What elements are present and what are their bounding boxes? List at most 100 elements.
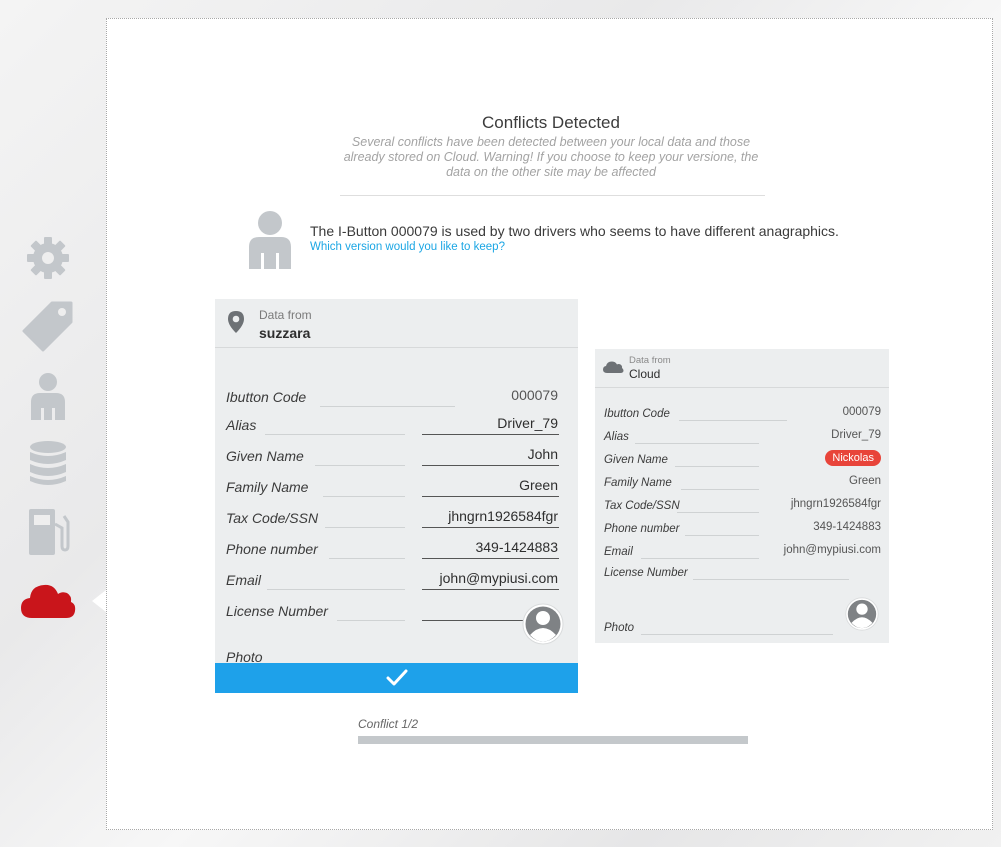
field-label: Ibutton Code <box>604 408 670 420</box>
field-underline <box>265 434 405 435</box>
sidebar-item-fuel[interactable] <box>20 504 76 560</box>
field-value: jhngrn1926584fgr <box>790 498 881 510</box>
field-value[interactable]: jhngrn1926584fgr <box>448 508 558 524</box>
field-label: Alias <box>604 431 629 443</box>
active-item-pointer <box>92 590 106 612</box>
field-value[interactable]: John <box>528 446 558 462</box>
field-label: Ibutton Code <box>226 389 307 405</box>
field-label: Tax Code/SSN <box>226 510 319 526</box>
field-label: Family Name <box>604 477 672 489</box>
field-label: Alias <box>226 417 257 433</box>
field-underline <box>641 558 759 559</box>
photo-avatar[interactable] <box>845 597 879 631</box>
person-icon <box>31 373 65 420</box>
field-underline <box>267 589 405 590</box>
field-underline <box>315 465 405 466</box>
field-underline <box>337 620 405 621</box>
source-label: Data from <box>259 308 312 322</box>
field-value: 349-1424883 <box>813 521 881 533</box>
value-underline <box>422 527 559 528</box>
database-icon <box>30 441 66 485</box>
field-underline <box>675 466 759 467</box>
sidebar-item-database[interactable] <box>20 436 76 492</box>
conflict-message: The I-Button 000079 is used by two drive… <box>310 223 839 239</box>
conflict-panel: Conflicts Detected Several conflicts hav… <box>106 18 993 830</box>
field-value[interactable]: Driver_79 <box>497 415 558 431</box>
local-card-header: Data from suzzara <box>215 299 578 348</box>
field-value: 000079 <box>511 387 558 403</box>
field-label: Phone number <box>226 541 318 557</box>
field-tax-code: Tax Code/SSN jhngrn1926584fgr <box>595 493 889 513</box>
field-value: 000079 <box>842 406 881 418</box>
value-underline <box>422 496 559 497</box>
field-given-name: Given Name Nickolas <box>595 447 889 467</box>
field-ibutton-code: Ibutton Code 000079 <box>215 381 578 407</box>
field-phone-number: Phone number 349-1424883 <box>595 516 889 536</box>
header-divider <box>340 195 765 196</box>
checkmark-icon <box>386 669 407 686</box>
field-alias: Alias Driver_79 <box>215 409 578 435</box>
field-email: Email john@mypiusi.com <box>595 539 889 559</box>
field-underline <box>681 489 759 490</box>
field-label: Email <box>604 546 633 558</box>
field-value[interactable]: 349-1424883 <box>475 539 558 555</box>
sidebar-item-tags[interactable] <box>20 298 76 354</box>
field-label: License Number <box>604 567 688 579</box>
field-underline <box>685 535 759 536</box>
photo-avatar[interactable] <box>522 603 564 645</box>
keep-version-link[interactable]: Which version would you like to keep? <box>310 241 505 253</box>
local-data-card[interactable]: Data from suzzara Ibutton Code 000079 Al… <box>215 299 578 693</box>
field-label: Tax Code/SSN <box>604 500 680 512</box>
field-underline <box>679 420 787 421</box>
field-given-name: Given Name John <box>215 440 578 466</box>
field-value: john@mypiusi.com <box>783 544 881 556</box>
fuel-pump-icon <box>29 509 70 555</box>
value-underline <box>422 558 559 559</box>
field-underline <box>677 512 759 513</box>
field-underline <box>323 496 405 497</box>
field-value[interactable]: Green <box>519 477 558 493</box>
cloud-card-header: Data from Cloud <box>595 349 889 388</box>
field-phone-number: Phone number 349-1424883 <box>215 533 578 559</box>
field-tax-code: Tax Code/SSN jhngrn1926584fgr <box>215 502 578 528</box>
field-family-name: Family Name Green <box>595 470 889 490</box>
conflict-value-badge: Nickolas <box>825 450 881 466</box>
tag-icon <box>22 301 73 352</box>
cloud-icon <box>603 361 624 373</box>
field-label: Phone number <box>604 523 680 535</box>
field-underline <box>329 558 405 559</box>
field-email: Email john@mypiusi.com <box>215 564 578 590</box>
field-label: Email <box>226 572 262 588</box>
field-value[interactable]: john@mypiusi.com <box>440 570 558 586</box>
conflict-progress-bar <box>358 736 748 744</box>
field-label: Photo <box>604 622 635 634</box>
value-underline <box>422 465 559 466</box>
field-ibutton-code: Ibutton Code 000079 <box>595 401 889 421</box>
field-underline <box>325 527 405 528</box>
value-underline <box>422 434 559 435</box>
sidebar-item-cloud[interactable] <box>20 572 76 628</box>
page-title: Conflicts Detected <box>482 113 620 132</box>
field-underline <box>320 406 455 407</box>
field-label: Family Name <box>226 479 309 495</box>
cloud-data-card[interactable]: Data from Cloud Ibutton Code 000079 Alia… <box>595 349 889 643</box>
location-pin-icon <box>228 311 244 333</box>
header: Conflicts Detected Several conflicts hav… <box>337 113 765 180</box>
field-value: Green <box>849 475 881 487</box>
conflict-progress-fill <box>358 736 553 744</box>
conflict-counter: Conflict 1/2 <box>358 717 419 731</box>
field-label: Given Name <box>604 454 668 466</box>
keep-local-button[interactable] <box>215 663 578 693</box>
cloud-icon <box>21 584 76 618</box>
sidebar-item-settings[interactable] <box>20 230 76 286</box>
field-underline <box>693 579 849 580</box>
source-name: Cloud <box>629 367 661 381</box>
field-label: License Number <box>226 603 328 619</box>
field-underline <box>635 443 759 444</box>
field-license-number: License Number <box>595 560 889 580</box>
source-label: Data from <box>629 355 671 366</box>
sidebar <box>0 0 106 847</box>
gear-icon <box>27 237 69 279</box>
field-underline <box>641 634 833 635</box>
sidebar-item-drivers[interactable] <box>20 368 76 424</box>
